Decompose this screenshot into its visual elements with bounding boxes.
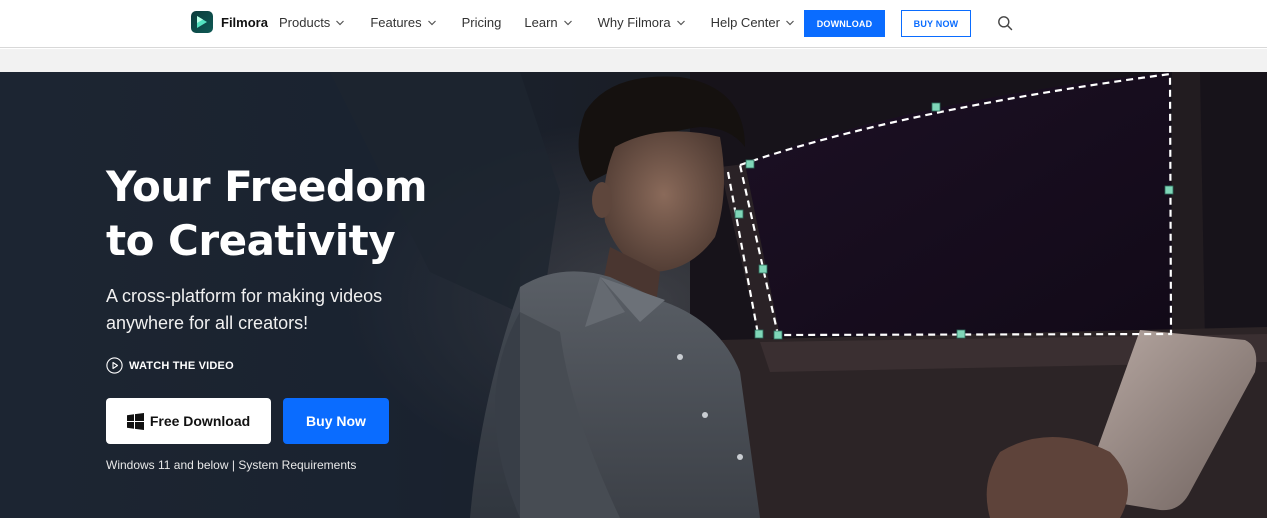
- system-requirements-link[interactable]: System Requirements: [238, 458, 356, 472]
- brand-name: Filmora: [221, 14, 268, 30]
- nav-item-help-center[interactable]: Help Center: [711, 15, 795, 30]
- system-info: Windows 11 and below | System Requiremen…: [106, 458, 356, 472]
- nav-item-label: Why Filmora: [597, 15, 671, 30]
- buy-now-label: Buy Now: [306, 413, 366, 429]
- chevron-down-icon: [786, 20, 794, 25]
- nav-item-label: Help Center: [710, 15, 780, 30]
- chevron-down-icon: [563, 20, 572, 25]
- top-navigation: Filmora Products Features Pricing Learn …: [0, 0, 1267, 48]
- main-menu: Products Features Pricing Learn Why Film…: [279, 15, 795, 30]
- nav-item-label: Features: [370, 15, 422, 30]
- buy-now-button[interactable]: Buy Now: [283, 398, 389, 444]
- chevron-down-icon: [336, 20, 345, 25]
- nav-item-products[interactable]: Products: [279, 15, 345, 30]
- nav-download-button[interactable]: DOWNLOAD: [804, 10, 885, 37]
- announcement-strip: [0, 49, 1267, 72]
- hero-subtitle-line: anywhere for all creators!: [106, 313, 309, 333]
- hero-title-line: Your Freedom: [106, 162, 428, 211]
- nav-item-label: Pricing: [461, 15, 502, 30]
- watch-video-link[interactable]: WATCH THE VIDEO: [106, 357, 234, 374]
- filmora-logo-icon: [191, 11, 213, 33]
- free-download-button[interactable]: Free Download: [106, 398, 271, 444]
- nav-item-learn[interactable]: Learn: [524, 15, 572, 30]
- chevron-down-icon: [676, 20, 685, 25]
- chevron-down-icon: [427, 20, 436, 25]
- nav-item-features[interactable]: Features: [370, 15, 436, 30]
- hero-subtitle: A cross-platform for making videos anywh…: [106, 283, 436, 337]
- hero-title-line: to Creativity: [106, 216, 396, 265]
- brand-link[interactable]: Filmora: [191, 11, 268, 33]
- hero-section: Your Freedom to Creativity A cross-platf…: [0, 72, 1267, 518]
- nav-buy-now-button[interactable]: BUY NOW: [901, 10, 971, 37]
- play-circle-icon: [106, 357, 123, 374]
- hero-title: Your Freedom to Creativity: [106, 160, 466, 268]
- nav-item-why-filmora[interactable]: Why Filmora: [598, 15, 686, 30]
- nav-item-label: Learn: [524, 15, 558, 30]
- os-compatibility-text: Windows 11 and below |: [106, 458, 239, 472]
- windows-logo-icon: [126, 412, 144, 430]
- watch-video-label: WATCH THE VIDEO: [129, 359, 234, 372]
- nav-item-label: Products: [279, 15, 331, 30]
- search-icon[interactable]: [997, 15, 1013, 31]
- nav-item-pricing[interactable]: Pricing: [462, 15, 502, 30]
- hero-subtitle-line: A cross-platform for making videos: [106, 286, 383, 306]
- free-download-label: Free Download: [149, 413, 251, 429]
